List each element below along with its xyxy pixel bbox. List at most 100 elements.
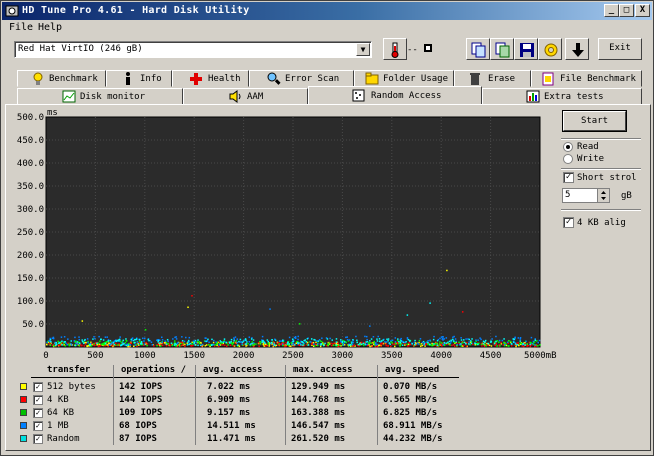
data-point xyxy=(399,341,402,344)
data-point xyxy=(223,341,226,343)
data-point xyxy=(115,340,117,342)
data-point xyxy=(348,344,351,346)
align-4kb-checkbox[interactable]: ✓ xyxy=(563,217,574,228)
data-point xyxy=(97,343,99,346)
data-point xyxy=(407,343,410,346)
series-checkbox[interactable]: ✓ xyxy=(33,395,43,405)
data-point xyxy=(366,341,369,343)
write-radio[interactable] xyxy=(563,154,573,164)
read-radio[interactable] xyxy=(563,142,573,152)
data-point xyxy=(184,345,186,348)
data-point xyxy=(140,342,143,344)
data-point xyxy=(467,338,469,340)
data-point xyxy=(204,345,207,347)
data-point xyxy=(382,339,384,341)
data-point xyxy=(322,344,325,347)
column-divider xyxy=(285,365,286,445)
avg-speed-value: 6.825 MB/s xyxy=(383,408,438,418)
stroke-size-stepper[interactable]: 5 xyxy=(562,188,610,203)
avg-speed-value: 0.565 MB/s xyxy=(383,395,438,405)
data-point xyxy=(499,345,501,347)
data-point xyxy=(310,338,313,340)
data-point xyxy=(194,344,197,346)
data-point xyxy=(438,343,441,345)
data-point xyxy=(65,342,67,345)
series-checkbox[interactable]: ✓ xyxy=(33,382,43,392)
data-point xyxy=(142,337,144,340)
data-point xyxy=(376,338,378,340)
data-point xyxy=(74,336,76,339)
short-stroke-checkbox[interactable]: ✓ xyxy=(563,172,574,183)
data-point xyxy=(138,344,140,346)
transfer-size: 512 bytes xyxy=(47,382,96,392)
data-point xyxy=(288,336,291,339)
data-point xyxy=(251,342,253,345)
data-point xyxy=(509,340,512,343)
data-point xyxy=(357,343,360,346)
data-point xyxy=(291,343,293,346)
data-point xyxy=(441,338,444,340)
stepper-arrows-icon[interactable] xyxy=(597,189,609,202)
avg-access-value: 11.471 ms xyxy=(207,434,256,444)
data-point xyxy=(293,344,296,346)
x-tick-label: 4000 xyxy=(430,351,452,361)
data-point xyxy=(266,339,269,341)
data-point xyxy=(61,340,63,342)
data-point xyxy=(93,343,95,345)
data-point xyxy=(335,341,338,343)
data-point xyxy=(391,342,393,344)
data-point xyxy=(175,345,177,347)
data-point xyxy=(421,344,424,347)
data-point xyxy=(530,336,533,339)
data-point xyxy=(252,339,255,341)
data-point xyxy=(153,345,155,347)
data-point xyxy=(526,343,528,345)
data-point xyxy=(401,344,404,346)
data-point xyxy=(402,341,405,344)
max-access-value: 129.949 ms xyxy=(291,382,346,392)
data-point xyxy=(344,341,346,343)
series-checkbox[interactable]: ✓ xyxy=(33,408,43,418)
series-color-swatch xyxy=(20,383,27,390)
data-point xyxy=(406,337,409,339)
data-point xyxy=(126,343,128,346)
data-point xyxy=(447,341,449,344)
series-checkbox[interactable]: ✓ xyxy=(33,434,43,444)
data-point xyxy=(485,345,487,347)
data-point xyxy=(99,340,101,342)
data-point xyxy=(463,339,465,341)
series-checkbox[interactable]: ✓ xyxy=(33,421,43,431)
data-point xyxy=(352,339,354,341)
data-point xyxy=(302,341,304,344)
data-point xyxy=(481,345,483,347)
data-point xyxy=(409,340,411,342)
data-point xyxy=(317,340,320,342)
y-tick-label: 350.0 xyxy=(17,182,44,192)
y-tick-label: 100.0 xyxy=(17,297,44,307)
data-point xyxy=(175,343,177,346)
data-point xyxy=(420,345,422,347)
data-point xyxy=(305,341,307,343)
data-point xyxy=(460,339,463,341)
data-point xyxy=(165,341,168,344)
data-point xyxy=(302,344,304,346)
data-point xyxy=(376,340,379,342)
data-point xyxy=(52,345,55,347)
max-access-value: 261.520 ms xyxy=(291,434,346,444)
data-point xyxy=(183,340,186,343)
start-button[interactable]: Start xyxy=(563,111,626,131)
data-point xyxy=(386,338,388,340)
data-point xyxy=(427,340,429,342)
y-tick-label: 50.0 xyxy=(22,320,44,330)
data-point xyxy=(212,343,215,346)
avg-speed-value: 44.232 MB/s xyxy=(383,434,443,444)
data-point xyxy=(539,344,541,346)
data-point xyxy=(148,339,150,342)
data-point xyxy=(207,344,210,346)
x-tick-label: 1500 xyxy=(183,351,205,361)
data-point xyxy=(67,338,69,340)
transfer-size: 1 MB xyxy=(47,421,69,431)
data-point xyxy=(166,338,169,341)
data-point xyxy=(345,336,347,339)
data-point xyxy=(222,344,224,346)
